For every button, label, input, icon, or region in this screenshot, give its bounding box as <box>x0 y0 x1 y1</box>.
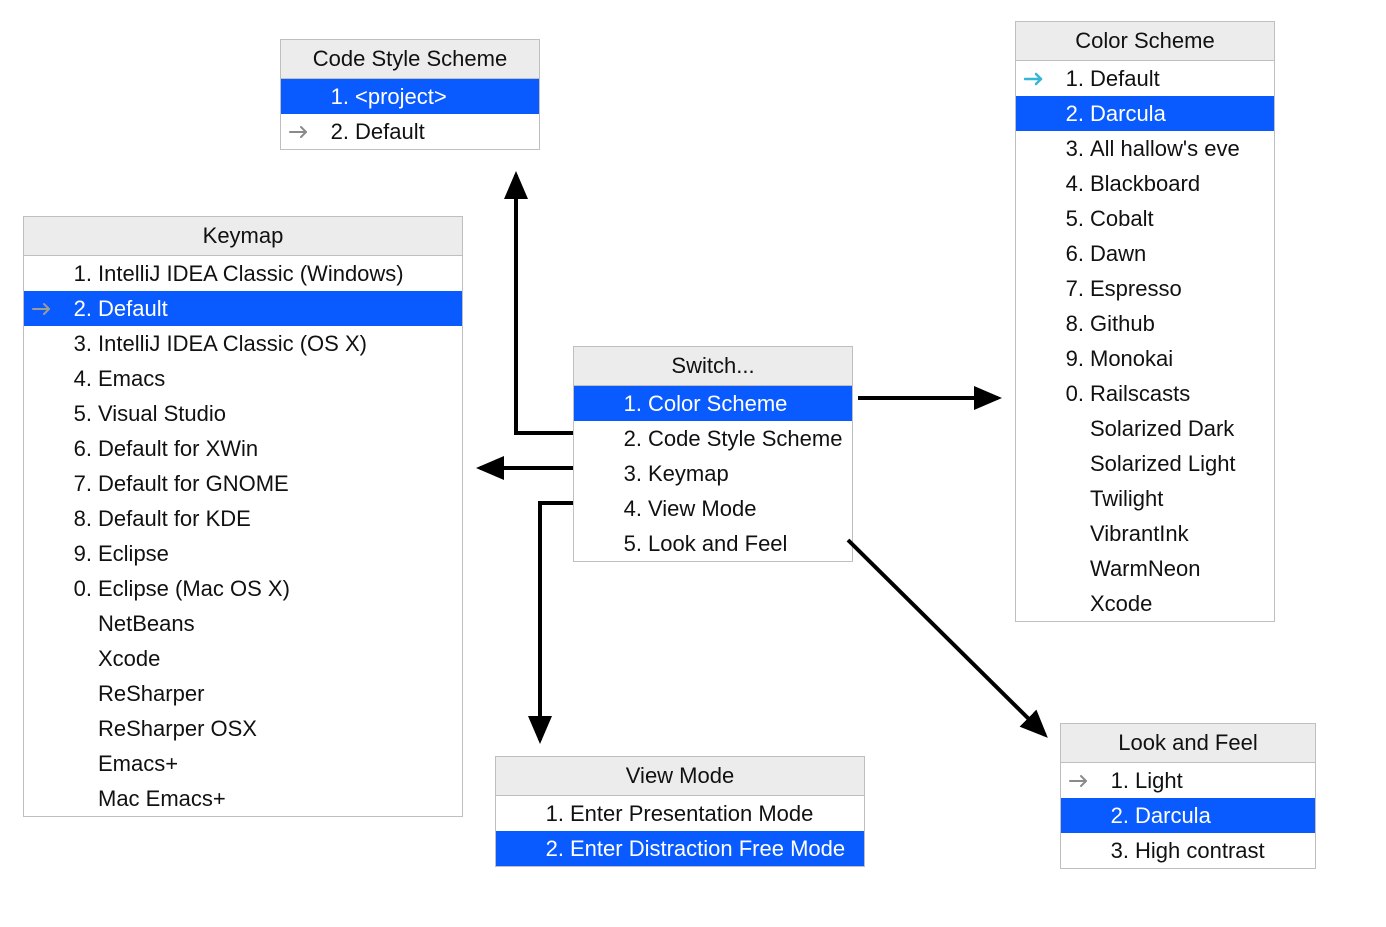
color-scheme-item[interactable]: 8.Github <box>1016 306 1274 341</box>
switch-item-keymap[interactable]: 3. Keymap <box>574 456 852 491</box>
color-scheme-item[interactable]: 5.Cobalt <box>1016 201 1274 236</box>
keymap-title: Keymap <box>24 217 462 256</box>
color-scheme-item[interactable]: Solarized Dark <box>1016 411 1274 446</box>
color-scheme-item[interactable]: 0.Railscasts <box>1016 376 1274 411</box>
switch-items: 1. Color Scheme 2. Code Style Scheme 3. … <box>574 386 852 561</box>
switch-item-code-style[interactable]: 2. Code Style Scheme <box>574 421 852 456</box>
color-scheme-item[interactable]: 4.Blackboard <box>1016 166 1274 201</box>
code-style-items: 1. <project> 2. Default <box>281 79 539 149</box>
keymap-panel: Keymap 1.IntelliJ IDEA Classic (Windows)… <box>23 216 463 817</box>
switch-item-view-mode[interactable]: 4. View Mode <box>574 491 852 526</box>
color-scheme-item[interactable]: 2.Darcula <box>1016 96 1274 131</box>
laf-item[interactable]: 2.Darcula <box>1061 798 1315 833</box>
keymap-item[interactable]: ReSharper OSX <box>24 711 462 746</box>
code-style-scheme-panel: Code Style Scheme 1. <project> 2. Defaul… <box>280 39 540 150</box>
switch-title: Switch... <box>574 347 852 386</box>
keymap-item[interactable]: Emacs+ <box>24 746 462 781</box>
keymap-item[interactable]: NetBeans <box>24 606 462 641</box>
switch-item-color-scheme[interactable]: 1. Color Scheme <box>574 386 852 421</box>
keymap-item[interactable]: 6.Default for XWin <box>24 431 462 466</box>
code-style-item-project[interactable]: 1. <project> <box>281 79 539 114</box>
arrow-right-icon <box>32 301 66 317</box>
keymap-item[interactable]: 0.Eclipse (Mac OS X) <box>24 571 462 606</box>
color-scheme-item[interactable]: 1.Default <box>1016 61 1274 96</box>
keymap-item[interactable]: ReSharper <box>24 676 462 711</box>
arrow-right-icon <box>289 124 323 140</box>
color-scheme-item[interactable]: Twilight <box>1016 481 1274 516</box>
view-mode-title: View Mode <box>496 757 864 796</box>
color-scheme-items: 1.Default 2.Darcula 3.All hallow's eve 4… <box>1016 61 1274 621</box>
keymap-items: 1.IntelliJ IDEA Classic (Windows) 2.Defa… <box>24 256 462 816</box>
view-mode-items: 1.Enter Presentation Mode 2.Enter Distra… <box>496 796 864 866</box>
look-and-feel-panel: Look and Feel 1.Light 2.Darcula 3.High c… <box>1060 723 1316 869</box>
keymap-item[interactable]: 5.Visual Studio <box>24 396 462 431</box>
keymap-item[interactable]: 1.IntelliJ IDEA Classic (Windows) <box>24 256 462 291</box>
color-scheme-item[interactable]: VibrantInk <box>1016 516 1274 551</box>
color-scheme-item[interactable]: WarmNeon <box>1016 551 1274 586</box>
code-style-title: Code Style Scheme <box>281 40 539 79</box>
color-scheme-item[interactable]: Xcode <box>1016 586 1274 621</box>
color-scheme-title: Color Scheme <box>1016 22 1274 61</box>
view-mode-item[interactable]: 1.Enter Presentation Mode <box>496 796 864 831</box>
keymap-item[interactable]: 3.IntelliJ IDEA Classic (OS X) <box>24 326 462 361</box>
color-scheme-item[interactable]: Solarized Light <box>1016 446 1274 481</box>
color-scheme-item[interactable]: 3.All hallow's eve <box>1016 131 1274 166</box>
code-style-item-default[interactable]: 2. Default <box>281 114 539 149</box>
laf-item[interactable]: 3.High contrast <box>1061 833 1315 868</box>
keymap-item[interactable]: 4.Emacs <box>24 361 462 396</box>
color-scheme-item[interactable]: 7.Espresso <box>1016 271 1274 306</box>
color-scheme-item[interactable]: 6.Dawn <box>1016 236 1274 271</box>
laf-title: Look and Feel <box>1061 724 1315 763</box>
laf-item[interactable]: 1.Light <box>1061 763 1315 798</box>
color-scheme-item[interactable]: 9.Monokai <box>1016 341 1274 376</box>
keymap-item[interactable]: 9.Eclipse <box>24 536 462 571</box>
arrow-right-icon <box>1024 71 1058 87</box>
keymap-item[interactable]: 7.Default for GNOME <box>24 466 462 501</box>
keymap-item[interactable]: 8.Default for KDE <box>24 501 462 536</box>
arrow-right-icon <box>1069 773 1103 789</box>
view-mode-panel: View Mode 1.Enter Presentation Mode 2.En… <box>495 756 865 867</box>
switch-item-look-and-feel[interactable]: 5. Look and Feel <box>574 526 852 561</box>
keymap-item[interactable]: Mac Emacs+ <box>24 781 462 816</box>
color-scheme-panel: Color Scheme 1.Default 2.Darcula 3.All h… <box>1015 21 1275 622</box>
laf-items: 1.Light 2.Darcula 3.High contrast <box>1061 763 1315 868</box>
keymap-item[interactable]: Xcode <box>24 641 462 676</box>
switch-panel: Switch... 1. Color Scheme 2. Code Style … <box>573 346 853 562</box>
view-mode-item[interactable]: 2.Enter Distraction Free Mode <box>496 831 864 866</box>
keymap-item[interactable]: 2.Default <box>24 291 462 326</box>
